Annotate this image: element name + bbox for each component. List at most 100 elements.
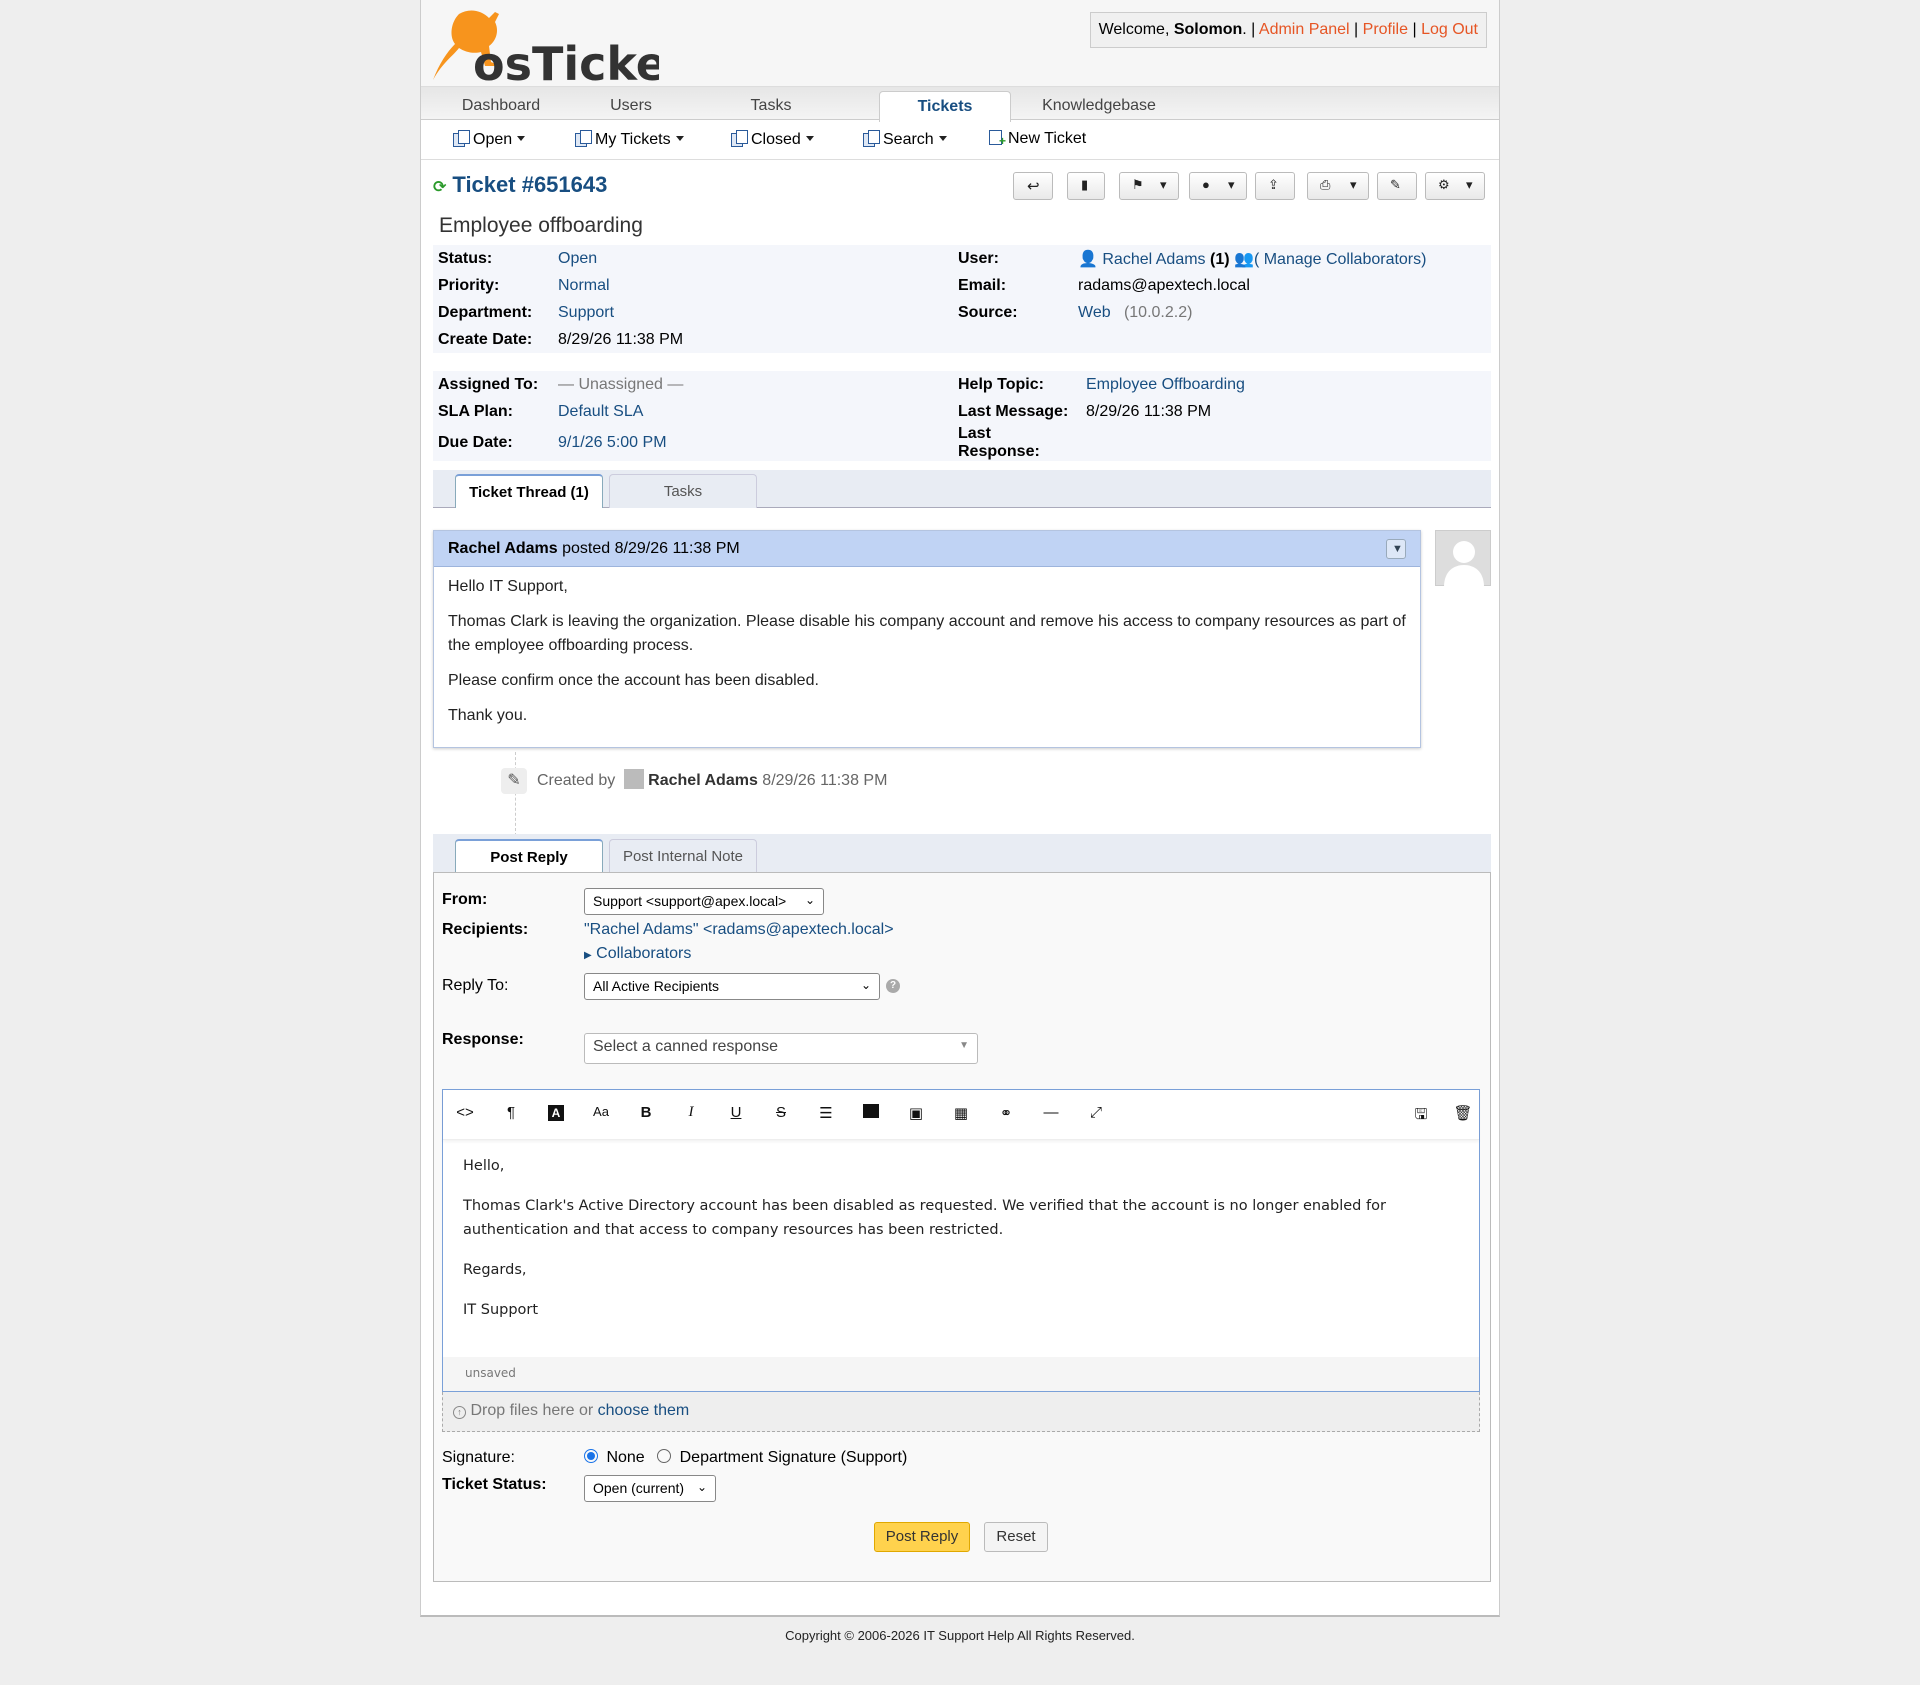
ticket-status-select[interactable]: Open (current) ⌄ <box>584 1475 716 1502</box>
reset-button[interactable]: Reset <box>984 1522 1048 1552</box>
page-container: osTicket Welcome, Solomon. | Admin Panel… <box>420 0 1500 1617</box>
file-icon: ▮ <box>1081 177 1089 192</box>
ticket-title[interactable]: ⟳ Ticket #651643 <box>433 172 607 198</box>
recipient-link[interactable]: "Rachel Adams" <radams@apextech.local> <box>584 921 894 938</box>
thread-line <box>515 752 516 836</box>
transfer-button[interactable]: ⇪ <box>1255 172 1295 200</box>
canned-response-select[interactable]: Select a canned response ▼ <box>584 1033 978 1064</box>
ticket-status-label: Ticket Status: <box>442 1476 547 1493</box>
collaborators-toggle[interactable]: ▶ Collaborators <box>584 945 691 963</box>
footer-copyright: Copyright © 2006-2026 IT Support Help Al… <box>785 1628 1135 1643</box>
edit-button[interactable]: ✎ <box>1377 172 1417 200</box>
choose-files-link[interactable]: choose them <box>598 1402 690 1419</box>
entry-paragraph: Hello IT Support, <box>448 578 568 595</box>
link-icon[interactable]: ⚭ <box>994 1104 1018 1122</box>
chevron-down-icon: ⌄ <box>860 978 871 992</box>
ticket-subject: Employee offboarding <box>439 214 643 237</box>
underline-icon[interactable]: U <box>724 1104 748 1121</box>
subnav-new-ticket[interactable]: + New Ticket <box>989 130 1086 148</box>
welcome-text: Welcome, <box>1098 21 1174 38</box>
list-icon[interactable]: ☰ <box>814 1104 838 1122</box>
manage-collaborators-link[interactable]: ( Manage Collaborators) <box>1254 251 1427 268</box>
source-value[interactable]: Web <box>1078 304 1111 321</box>
italic-icon[interactable]: I <box>679 1104 703 1121</box>
flag-menu-button[interactable]: ⚑ ▾ <box>1119 172 1179 200</box>
gear-icon: ⚙ <box>1438 177 1450 192</box>
caret-down-icon: ▼ <box>959 1040 969 1051</box>
logout-link[interactable]: Log Out <box>1421 21 1478 38</box>
signature-none-radio[interactable] <box>584 1449 598 1463</box>
priority-value[interactable]: Normal <box>558 277 610 294</box>
trash-icon[interactable]: 🗑 <box>1451 1104 1475 1122</box>
status-value[interactable]: Open <box>558 250 597 267</box>
print-menu-button[interactable]: ⎙ ▾ <box>1307 172 1369 200</box>
font-color-icon[interactable]: A <box>544 1104 568 1121</box>
editor-content[interactable]: Hello, Thomas Clark's Active Directory a… <box>443 1140 1479 1352</box>
entry-paragraph: Thank you. <box>448 707 528 724</box>
help-icon[interactable]: ? <box>886 979 900 993</box>
assigned-label: Assigned To: <box>438 375 539 393</box>
post-reply-button[interactable]: Post Reply <box>874 1522 970 1552</box>
editor-paragraph: Hello, <box>463 1158 505 1174</box>
image-icon[interactable] <box>859 1104 883 1122</box>
tab-post-reply[interactable]: Post Reply <box>455 839 603 873</box>
reply-icon: ↩ <box>1027 178 1040 195</box>
username: Solomon <box>1173 21 1243 38</box>
refresh-icon[interactable]: ⟳ <box>433 179 446 196</box>
save-draft-icon[interactable]: 🖫 <box>1409 1104 1433 1129</box>
bold-icon[interactable]: B <box>634 1104 658 1121</box>
tab-post-internal-note[interactable]: Post Internal Note <box>609 839 757 873</box>
department-label: Department: <box>438 303 533 321</box>
tab-ticket-thread[interactable]: Ticket Thread (1) <box>455 474 603 508</box>
assign-menu-button[interactable]: ● ▾ <box>1189 172 1247 200</box>
tab-knowledgebase[interactable]: Knowledgebase <box>1029 91 1169 122</box>
subnav-closed[interactable]: Closed <box>731 130 814 149</box>
user-link[interactable]: Rachel Adams <box>1102 251 1205 268</box>
table-icon[interactable]: ▦ <box>949 1104 973 1122</box>
horizontal-rule-icon[interactable]: — <box>1039 1104 1063 1121</box>
paragraph-icon[interactable]: ¶ <box>499 1104 523 1121</box>
file-dropzone[interactable]: ↑ Drop files here or choose them <box>442 1392 1480 1432</box>
reply-action-button[interactable]: ↩ <box>1013 172 1053 200</box>
event-time: 8/29/26 11:38 PM <box>762 772 888 789</box>
editor-paragraph: Thomas Clark's Active Directory account … <box>463 1198 1386 1238</box>
signature-dept-radio[interactable] <box>657 1449 672 1463</box>
help-topic-value[interactable]: Employee Offboarding <box>1086 376 1245 393</box>
tab-dashboard[interactable]: Dashboard <box>441 91 561 122</box>
reply-to-select[interactable]: All Active Recipients ⌄ <box>584 973 880 1000</box>
profile-link[interactable]: Profile <box>1363 21 1408 38</box>
strikethrough-icon[interactable]: S <box>769 1104 793 1121</box>
magic-wand-icon: ✎ <box>501 768 527 794</box>
reply-tabs: Post Reply Post Internal Note <box>433 834 1491 873</box>
admin-panel-link[interactable]: Admin Panel <box>1259 21 1350 38</box>
subnav-search[interactable]: Search <box>863 130 947 149</box>
response-label: Response: <box>442 1031 524 1048</box>
entry-options-button[interactable]: ▼ <box>1386 539 1406 559</box>
due-date-label: Due Date: <box>438 434 513 451</box>
sla-value[interactable]: Default SLA <box>558 403 643 420</box>
email-value: radams@apextech.local <box>1078 276 1250 294</box>
user-count: (1) <box>1210 250 1230 268</box>
create-date-value: 8/29/26 11:38 PM <box>558 330 684 348</box>
osticket-logo[interactable]: osTicket <box>429 4 689 91</box>
from-select[interactable]: Support <support@apex.local> ⌄ <box>584 888 824 915</box>
pdf-button[interactable]: ▮ <box>1067 172 1105 200</box>
tab-thread-tasks[interactable]: Tasks <box>609 474 757 508</box>
main-nav: Dashboard Users Tasks Tickets Knowledgeb… <box>421 86 1499 122</box>
font-size-icon[interactable]: Aa <box>589 1104 613 1119</box>
fullscreen-icon[interactable]: ⤢ <box>1084 1104 1108 1121</box>
department-value[interactable]: Support <box>558 304 614 321</box>
print-icon: ⎙ <box>1320 177 1331 192</box>
tab-tickets[interactable]: Tickets <box>879 91 1011 122</box>
tab-tasks[interactable]: Tasks <box>711 91 831 122</box>
create-date-label: Create Date: <box>438 330 533 348</box>
subnav-my-tickets[interactable]: My Tickets <box>575 130 684 149</box>
due-date-value[interactable]: 9/1/26 5:00 PM <box>558 434 667 451</box>
video-icon[interactable]: ▣ <box>904 1104 928 1122</box>
tab-users[interactable]: Users <box>571 91 691 122</box>
reply-editor[interactable]: <> ¶ A Aa B I U S ☰ ▣ ▦ ⚭ — ⤢ 🖫 🗑 Hello, <box>442 1089 1480 1392</box>
code-view-icon[interactable]: <> <box>453 1104 477 1121</box>
user-label: User: <box>958 249 999 267</box>
subnav-open[interactable]: Open <box>453 130 526 149</box>
more-menu-button[interactable]: ⚙ ▾ <box>1425 172 1485 200</box>
